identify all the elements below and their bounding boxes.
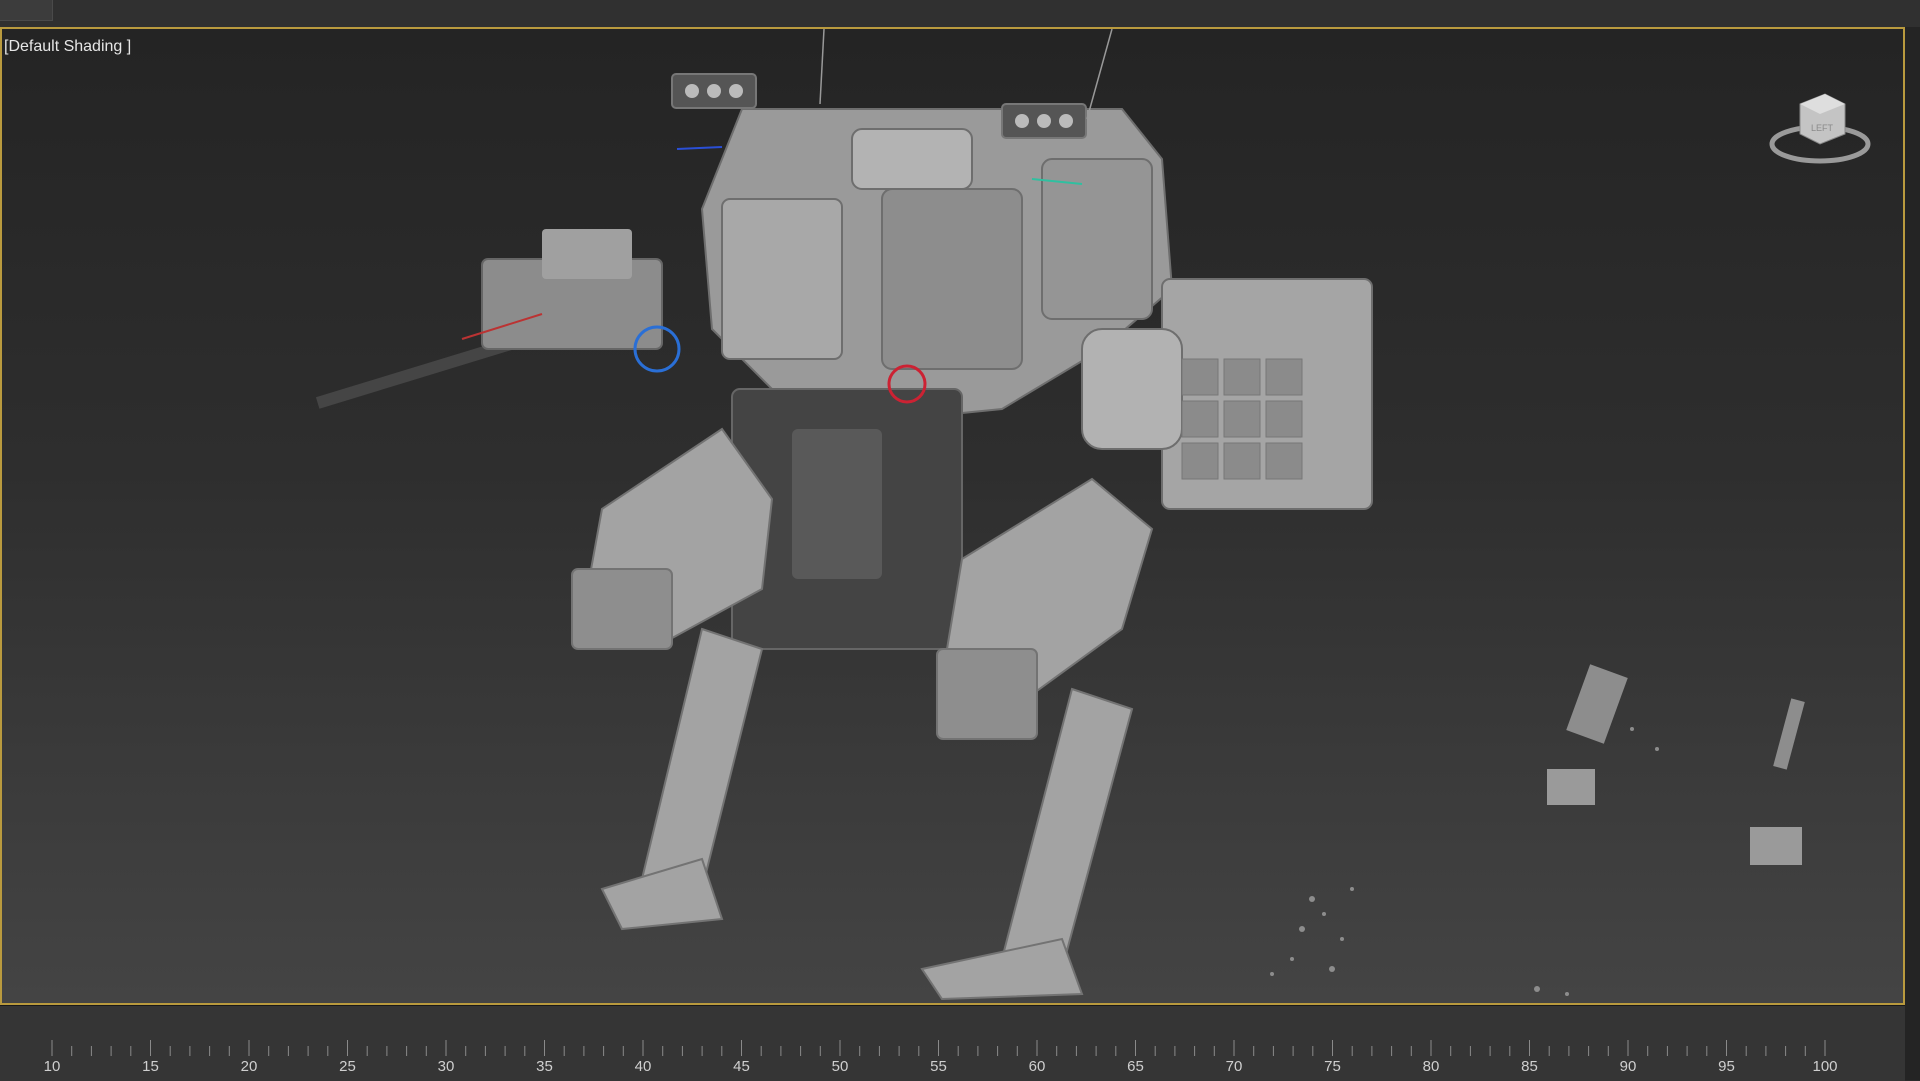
title-strip bbox=[0, 0, 1920, 27]
timeline-tick-label: 20 bbox=[240, 1058, 258, 1075]
debris bbox=[1270, 664, 1805, 996]
timeline-tick-label: 40 bbox=[634, 1058, 652, 1075]
timeline-tick-label: 45 bbox=[733, 1058, 750, 1075]
perspective-viewport[interactable]: [Default Shading ] LEFT bbox=[0, 27, 1905, 1005]
timeline-tick-label: 100 bbox=[1812, 1058, 1838, 1075]
timeline-tick-label: 95 bbox=[1718, 1058, 1735, 1075]
timeline-tick-label: 55 bbox=[930, 1058, 947, 1075]
mech-leg-left bbox=[571, 427, 774, 931]
timeline-slider[interactable]: 10 15 20 25 30 35 40 45 50 55 60 65 70 75 80 85 90 95 100 bbox=[0, 1005, 1905, 1081]
timeline-tick-label: 60 bbox=[1028, 1058, 1046, 1075]
viewcube-icon[interactable]: LEFT bbox=[1765, 79, 1875, 169]
timeline-tick-label: 35 bbox=[536, 1058, 553, 1075]
timeline-tick-label: 75 bbox=[1324, 1058, 1341, 1075]
scroll-edge bbox=[1905, 27, 1920, 1080]
timeline-tick-label: 25 bbox=[339, 1058, 356, 1075]
timeline-tick-label: 90 bbox=[1619, 1058, 1637, 1075]
mech-gun bbox=[315, 229, 663, 409]
timeline-tick-label: 15 bbox=[142, 1058, 159, 1075]
timeline-tick-label: 80 bbox=[1422, 1058, 1440, 1075]
timeline-tick-label: 30 bbox=[437, 1058, 455, 1075]
viewcube-face-label: LEFT bbox=[1811, 123, 1834, 133]
timeline-tick-label: 10 bbox=[43, 1058, 61, 1075]
timeline-tick-label: 65 bbox=[1127, 1058, 1144, 1075]
timeline-tick-label: 50 bbox=[831, 1058, 849, 1075]
timeline-tick-label: 85 bbox=[1521, 1058, 1538, 1075]
viewport-tab[interactable] bbox=[0, 0, 53, 21]
timeline-tick-label: 70 bbox=[1225, 1058, 1243, 1075]
mech-model[interactable] bbox=[2, 29, 1903, 1003]
